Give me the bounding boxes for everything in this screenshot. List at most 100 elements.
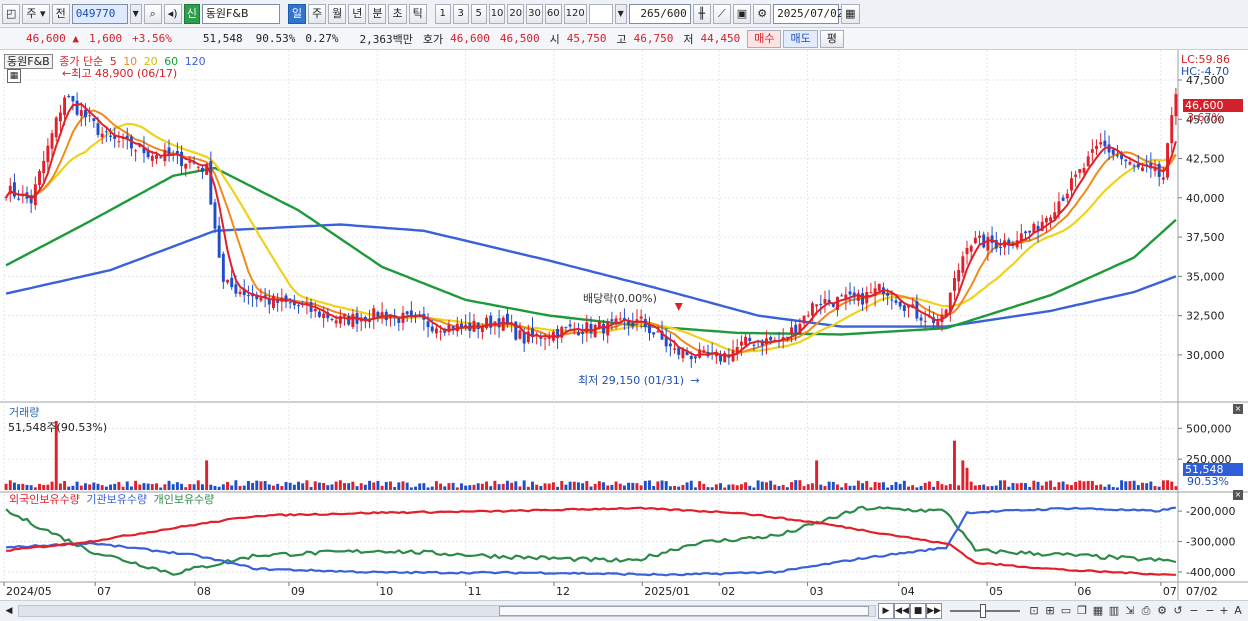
- period-daily-button[interactable]: 일: [287, 3, 306, 24]
- zoom-slider-knob[interactable]: [980, 604, 986, 618]
- speaker-icon[interactable]: ◂): [163, 3, 182, 24]
- volume-title[interactable]: 거래량: [9, 404, 39, 420]
- volume-bar: [731, 484, 735, 490]
- volume-pct-tag: 90.53%: [1187, 475, 1229, 488]
- zoom-fit-icon[interactable]: ⊡: [1026, 603, 1042, 619]
- forward-icon[interactable]: ▶▶: [926, 603, 942, 619]
- volume-bar: [1107, 484, 1111, 490]
- interval-dropdown-icon[interactable]: ▼: [614, 3, 627, 24]
- volume-bar: [589, 486, 593, 490]
- volume-bar: [501, 483, 505, 490]
- period-minute-button[interactable]: 분: [368, 3, 387, 24]
- candle-body: [430, 326, 434, 332]
- candle-body: [819, 303, 823, 306]
- candle-type-icon[interactable]: ╫: [692, 3, 711, 24]
- volume-bar: [714, 484, 718, 490]
- layout-icon[interactable]: ▥: [1106, 603, 1122, 619]
- table-view-icon[interactable]: ▦: [7, 69, 21, 83]
- date-field[interactable]: 2025/07/02: [773, 3, 843, 24]
- holdings-tick-label: -400,000: [1186, 566, 1235, 579]
- print-icon[interactable]: ⎙: [1138, 603, 1154, 619]
- price-change-pct: +3.56%: [132, 32, 172, 45]
- market-select[interactable]: 주 ▾: [22, 3, 50, 24]
- stock-chart[interactable]: 2024/05 07 08 09 10 11 12 2025/01 02 03 04 05 06 07 07…: [0, 50, 1248, 600]
- volume-pane-close-icon[interactable]: ×: [1233, 404, 1243, 414]
- interval-30-button[interactable]: 30: [526, 3, 543, 24]
- volume-bar: [965, 467, 969, 490]
- chart-scrollbar[interactable]: [18, 605, 876, 617]
- stock-legend[interactable]: 동원F&B: [4, 54, 53, 69]
- undo-icon[interactable]: ↺: [1170, 603, 1186, 619]
- volume-bar: [209, 484, 213, 490]
- period-tick-button[interactable]: 틱: [408, 3, 427, 24]
- grid-icon[interactable]: ▦: [1090, 603, 1106, 619]
- candle-body: [372, 308, 376, 319]
- calendar-icon[interactable]: ▦: [841, 3, 860, 24]
- candle-body: [380, 312, 384, 316]
- buy-button[interactable]: 매수: [747, 29, 782, 48]
- stop-icon[interactable]: ■: [910, 603, 926, 619]
- period-second-button[interactable]: 초: [388, 3, 407, 24]
- period-weekly-button[interactable]: 주: [307, 3, 327, 24]
- font-size-icon[interactable]: A: [1230, 603, 1246, 619]
- stock-code-input[interactable]: 049770: [71, 3, 128, 24]
- prev-stock-button[interactable]: 전: [51, 3, 70, 24]
- code-dropdown-icon[interactable]: ▼: [129, 3, 142, 24]
- volume-bar: [1082, 481, 1086, 490]
- volume-bar: [1003, 480, 1007, 490]
- zoom-area-icon[interactable]: ⊞: [1042, 603, 1058, 619]
- candle-body: [1141, 167, 1144, 171]
- ma120-label[interactable]: 120: [185, 55, 206, 68]
- candle-body: [1061, 197, 1065, 201]
- candle-body: [1128, 161, 1132, 165]
- volume-bar: [497, 484, 501, 490]
- candle-body: [50, 133, 54, 149]
- rewind-icon[interactable]: ◀◀: [894, 603, 910, 619]
- period-yearly-button[interactable]: 년: [348, 3, 367, 24]
- volume-bar: [572, 481, 576, 490]
- stock-name-field[interactable]: 동원F&B: [201, 3, 280, 24]
- screenshot-icon[interactable]: ▭: [1058, 603, 1074, 619]
- zoom-out-icon[interactable]: −: [1186, 603, 1202, 619]
- window-menu-icon[interactable]: ◰: [2, 3, 21, 24]
- volume-bar: [117, 481, 121, 490]
- scroll-left-icon[interactable]: ◀: [2, 604, 16, 618]
- trade-amount: 2,363백만: [359, 32, 413, 46]
- holdings-pane-close-icon[interactable]: ×: [1233, 490, 1243, 500]
- scroll-right-icon[interactable]: ▶: [878, 603, 894, 619]
- scrollbar-thumb[interactable]: [499, 606, 869, 616]
- institution-holdings-label[interactable]: 기관보유수량: [86, 493, 147, 506]
- volume-bar: [677, 486, 681, 490]
- volume-bar: [593, 483, 597, 490]
- volume-bar: [1099, 484, 1103, 490]
- volume-bar: [923, 482, 927, 490]
- copy-icon[interactable]: ❐: [1074, 603, 1090, 619]
- volume-bar: [1174, 486, 1178, 490]
- interval-5-button[interactable]: 5: [470, 3, 487, 24]
- search-icon[interactable]: ⌕: [143, 3, 162, 24]
- dividend-annotation: 배당락(0.00%): [583, 292, 657, 305]
- period-monthly-button[interactable]: 월: [328, 3, 347, 24]
- interval-custom-input[interactable]: [588, 3, 613, 24]
- interval-60-button[interactable]: 60: [544, 3, 562, 24]
- chart-canvas[interactable]: 2024/05 07 08 09 10 11 12 2025/01 02 03 04 05 06 07 07…: [0, 50, 1248, 600]
- interval-1-button[interactable]: 1: [434, 3, 451, 24]
- foreign-holdings-label[interactable]: 외국인보유수량: [9, 493, 80, 506]
- volume-bar: [1161, 480, 1165, 490]
- gear-icon[interactable]: ⚙: [753, 3, 772, 24]
- save-icon[interactable]: ▣: [732, 3, 752, 24]
- volume-bar: [485, 481, 489, 490]
- settings-icon[interactable]: ⚙: [1154, 603, 1170, 619]
- drawing-tool-icon[interactable]: ⟋: [712, 3, 731, 24]
- individual-holdings-label[interactable]: 개인보유수량: [154, 493, 215, 506]
- average-button[interactable]: 평: [819, 29, 844, 48]
- bar-count-field[interactable]: 265/600: [628, 3, 691, 24]
- sell-button[interactable]: 매도: [783, 29, 818, 48]
- holdings-tick-label: -200,000: [1186, 505, 1235, 518]
- interval-20-button[interactable]: 20: [507, 3, 525, 24]
- interval-3-button[interactable]: 3: [452, 3, 469, 24]
- expand-icon[interactable]: ⇲: [1122, 603, 1138, 619]
- interval-10-button[interactable]: 10: [488, 3, 506, 24]
- candle-body: [159, 157, 163, 159]
- interval-120-button[interactable]: 120: [563, 3, 587, 24]
